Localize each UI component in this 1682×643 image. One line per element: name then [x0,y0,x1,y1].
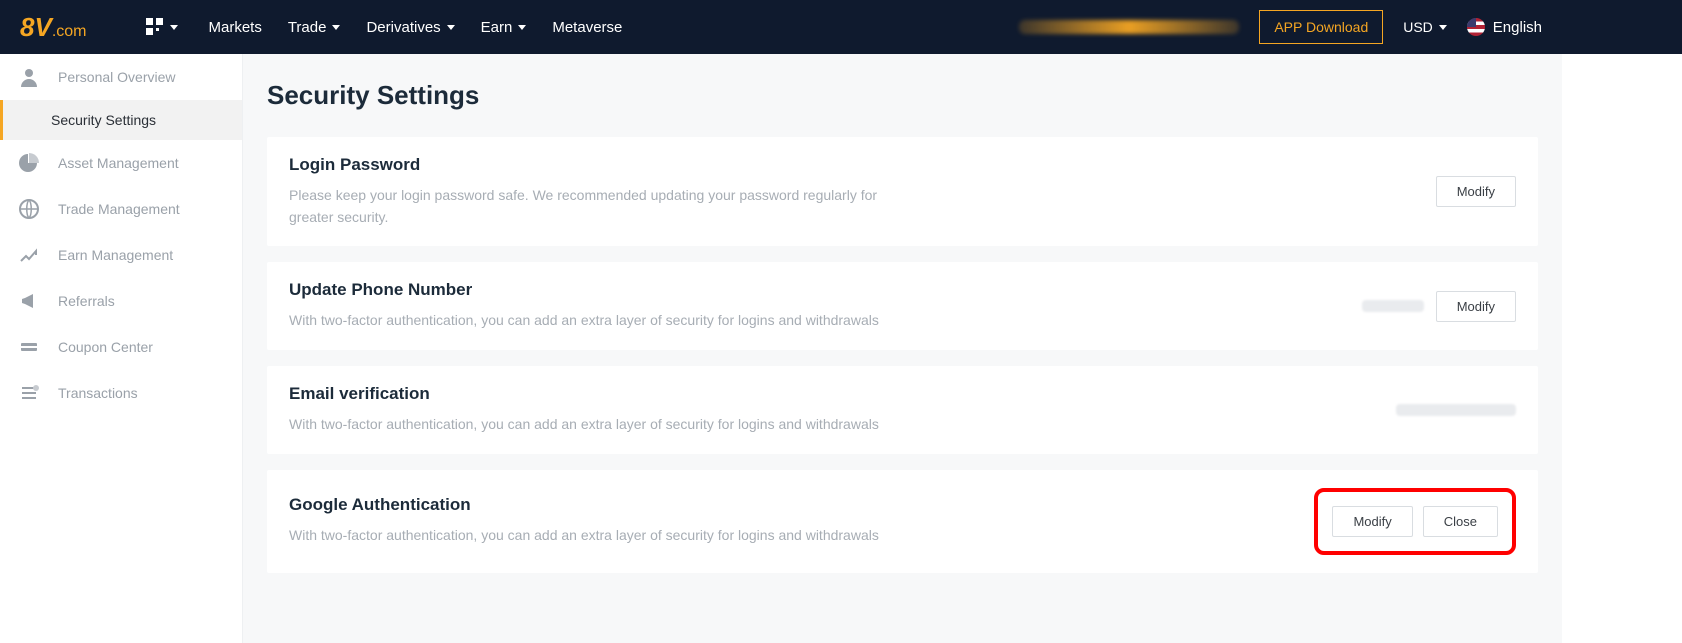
logo[interactable]: 8V .com [20,12,86,43]
sidebar-item-label: Asset Management [58,155,179,171]
sidebar-item-label: Transactions [58,385,138,401]
us-flag-icon [1467,18,1485,36]
close-button[interactable]: Close [1423,506,1498,537]
card-desc: With two-factor authentication, you can … [289,310,879,332]
top-header: 8V .com Markets Trade Derivatives Earn M… [0,0,1682,54]
nav-trade[interactable]: Trade [288,19,341,36]
email-value-redacted [1396,404,1516,416]
sidebar-item-asset-management[interactable]: Asset Management [0,140,242,186]
pie-icon [18,152,40,174]
card-desc: With two-factor authentication, you can … [289,525,879,547]
sidebar-item-label: Referrals [58,293,115,309]
app-download-button[interactable]: APP Download [1259,10,1383,44]
card-title: Google Authentication [289,495,879,515]
list-icon [18,382,40,404]
card-login-password: Login Password Please keep your login pa… [267,137,1538,246]
card-desc: With two-factor authentication, you can … [289,414,879,436]
header-right: APP Download USD English [1019,10,1542,44]
chevron-down-icon [1439,25,1447,30]
card-desc: Please keep your login password safe. We… [289,185,909,228]
coupon-icon [18,336,40,358]
chevron-down-icon [332,25,340,30]
card-title: Login Password [289,155,909,175]
sidebar-item-security-settings[interactable]: Security Settings [0,100,242,140]
phone-value-redacted [1362,300,1424,312]
chevron-down-icon [447,25,455,30]
highlighted-actions: Modify Close [1314,488,1516,555]
sidebar-item-transactions[interactable]: Transactions [0,370,242,416]
user-icon [18,66,40,88]
main-content: Security Settings Login Password Please … [243,54,1562,643]
sidebar-item-personal-overview[interactable]: Personal Overview [0,54,242,100]
sidebar-item-label: Personal Overview [58,69,176,85]
sidebar-item-label: Earn Management [58,247,173,263]
globe-icon [18,198,40,220]
nav-derivatives[interactable]: Derivatives [366,19,454,36]
sidebar-item-referrals[interactable]: Referrals [0,278,242,324]
card-phone-number: Update Phone Number With two-factor auth… [267,262,1538,350]
megaphone-icon [18,290,40,312]
card-email-verification: Email verification With two-factor authe… [267,366,1538,454]
sidebar-item-earn-management[interactable]: Earn Management [0,232,242,278]
currency-selector[interactable]: USD [1403,19,1447,35]
sidebar-item-coupon-center[interactable]: Coupon Center [0,324,242,370]
modify-button[interactable]: Modify [1436,176,1516,207]
currency-label: USD [1403,19,1433,35]
chevron-down-icon [518,25,526,30]
nav-label: Earn [481,19,513,36]
nav-label: Derivatives [366,19,440,36]
apps-menu-icon[interactable] [146,18,178,36]
card-title: Email verification [289,384,879,404]
nav-label: Trade [288,19,327,36]
sidebar-item-label: Coupon Center [58,339,153,355]
nav-label: Markets [208,19,261,36]
chevron-down-icon [170,25,178,30]
modify-button[interactable]: Modify [1436,291,1516,322]
nav-markets[interactable]: Markets [208,19,261,36]
main-nav: Markets Trade Derivatives Earn Metaverse [208,19,622,36]
sidebar: Personal Overview Security Settings Asse… [0,54,243,643]
sidebar-item-trade-management[interactable]: Trade Management [0,186,242,232]
page-title: Security Settings [267,80,1538,111]
card-title: Update Phone Number [289,280,879,300]
logo-suffix: .com [52,23,87,41]
nav-label: Metaverse [552,19,622,36]
nav-earn[interactable]: Earn [481,19,527,36]
user-info-redacted [1019,20,1239,34]
content-container: Personal Overview Security Settings Asse… [0,54,1682,643]
chart-icon [18,244,40,266]
logo-main: 8V [20,12,52,43]
sidebar-item-label: Security Settings [51,112,156,128]
card-google-authentication: Google Authentication With two-factor au… [267,470,1538,573]
nav-metaverse[interactable]: Metaverse [552,19,622,36]
sidebar-item-label: Trade Management [58,201,180,217]
language-label: English [1493,19,1542,36]
language-selector[interactable]: English [1467,18,1542,36]
modify-button[interactable]: Modify [1332,506,1412,537]
